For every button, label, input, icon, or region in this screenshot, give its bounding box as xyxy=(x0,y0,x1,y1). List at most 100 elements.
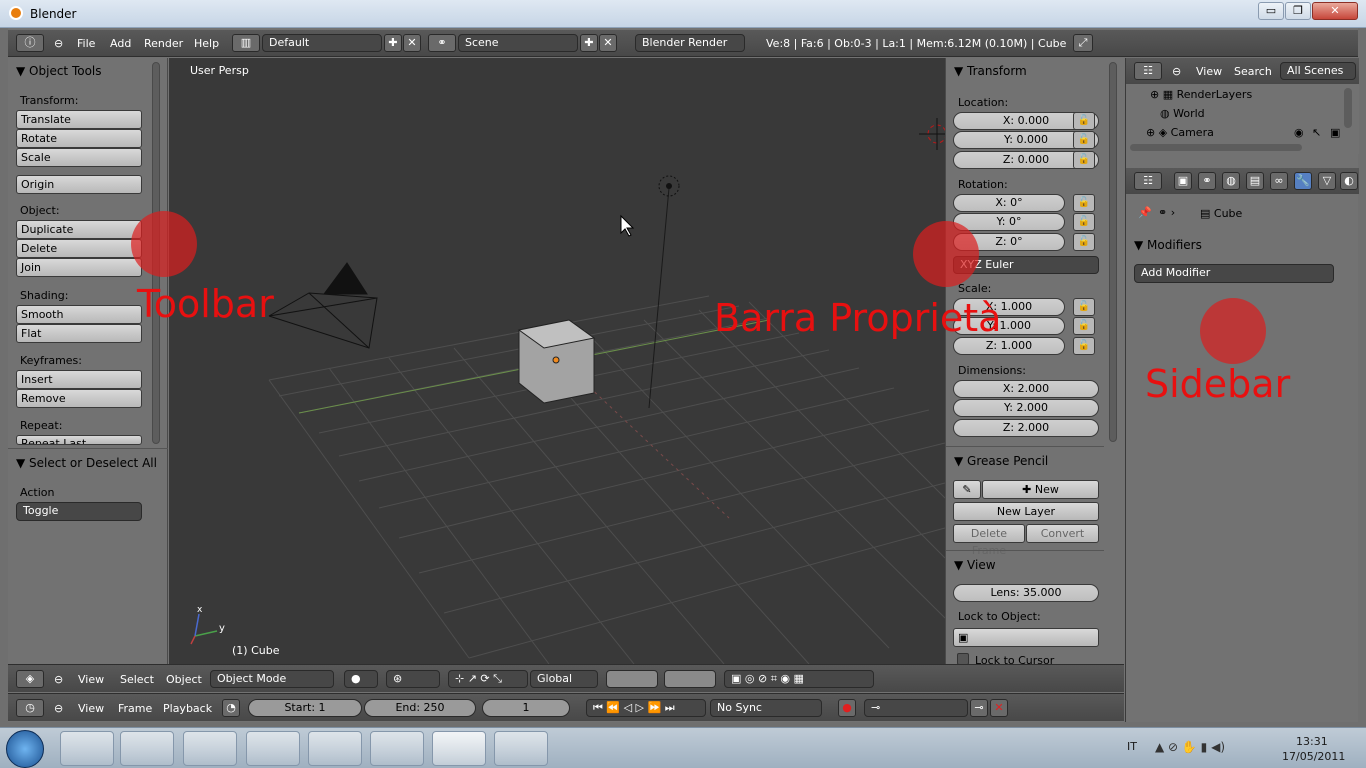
render-context-icon[interactable]: ▣ xyxy=(1174,172,1192,190)
new-layer-button[interactable]: New Layer xyxy=(953,502,1099,521)
record-icon[interactable]: ● xyxy=(838,699,856,717)
outliner-scrollbar[interactable] xyxy=(1344,88,1352,128)
scene-field[interactable]: Scene xyxy=(458,34,578,52)
modifiers-panel-header[interactable]: ▼ Modifiers xyxy=(1134,238,1202,252)
3d-menu-select[interactable]: Select xyxy=(120,673,154,686)
render-engine-select[interactable]: Blender Render xyxy=(635,34,745,52)
tray-icons[interactable]: ▲ ⊘ ✋ ▮ ◀) xyxy=(1155,740,1225,754)
pin-icon[interactable]: 📌 xyxy=(1138,206,1152,219)
clock-time[interactable]: 13:31 xyxy=(1296,735,1328,748)
delete-button[interactable]: Delete xyxy=(16,239,142,258)
collapse-icon[interactable]: ⊖ xyxy=(54,673,63,686)
world-context-icon[interactable]: ◍ xyxy=(1222,172,1240,190)
pivot-select[interactable]: ⊛ xyxy=(386,670,440,688)
lock-location-y-icon[interactable]: 🔓 xyxy=(1073,131,1095,149)
timeline-menu-view[interactable]: View xyxy=(78,702,104,715)
menu-render[interactable]: Render xyxy=(144,37,183,50)
editor-type-icon[interactable]: ⓘ xyxy=(16,34,44,52)
timeline-editor-type-icon[interactable]: ◷ xyxy=(16,699,44,717)
menu-add[interactable]: Add xyxy=(110,37,131,50)
add-screen-icon[interactable]: ✚ xyxy=(384,34,402,52)
close-button[interactable]: ✕ xyxy=(1312,2,1358,20)
outliner-scope-select[interactable]: All Scenes xyxy=(1280,62,1356,80)
layer-buttons-b[interactable] xyxy=(664,670,716,688)
blender-taskbar-icon[interactable] xyxy=(432,731,486,766)
outliner-type-icon[interactable]: ☷ xyxy=(1134,62,1162,80)
media-player-taskbar-icon[interactable] xyxy=(120,731,174,766)
mode-select[interactable]: Object Mode xyxy=(210,670,334,688)
lock-object-field[interactable]: ▣ xyxy=(953,628,1099,647)
pencil-draw-icon[interactable]: ✎ xyxy=(953,480,981,499)
lock-scale-x-icon[interactable]: 🔓 xyxy=(1073,298,1095,316)
preview-range-icon[interactable]: ◔ xyxy=(222,699,240,717)
lock-rotation-z-icon[interactable]: 🔓 xyxy=(1073,233,1095,251)
lock-scale-z-icon[interactable]: 🔓 xyxy=(1073,337,1095,355)
grease-pencil-header[interactable]: ▼ Grease Pencil xyxy=(954,454,1048,468)
collapse-icon[interactable]: ⊖ xyxy=(54,37,63,50)
delete-keyframe-icon[interactable]: ✕ xyxy=(990,699,1008,717)
shading-select[interactable]: ● xyxy=(344,670,378,688)
start-button[interactable] xyxy=(6,730,44,768)
add-scene-icon[interactable]: ✚ xyxy=(580,34,598,52)
end-frame-field[interactable]: End: 250 xyxy=(364,699,476,717)
3d-viewport[interactable]: User Persp y x (1) Cube xyxy=(169,58,945,664)
layer-buttons-a[interactable] xyxy=(606,670,658,688)
flat-button[interactable]: Flat xyxy=(16,324,142,343)
insert-keyframe-button[interactable]: Insert xyxy=(16,370,142,389)
3d-menu-object[interactable]: Object xyxy=(166,673,202,686)
outliner-view-menu[interactable]: View xyxy=(1196,65,1222,78)
scene-context-icon[interactable]: ⚭ xyxy=(1198,172,1216,190)
rotate-button[interactable]: Rotate xyxy=(16,129,142,148)
renderable-camera-icon[interactable]: ▣ xyxy=(1330,126,1340,139)
rotation-y-field[interactable]: Y: 0° xyxy=(953,213,1065,231)
menu-help[interactable]: Help xyxy=(194,37,219,50)
playback-controls[interactable]: ⏮ ⏪ ◁ ▷ ⏩ ⏭ xyxy=(586,699,706,717)
outliner-hscrollbar[interactable] xyxy=(1130,144,1302,151)
origin-button[interactable]: Origin xyxy=(16,175,142,194)
lock-scale-y-icon[interactable]: 🔓 xyxy=(1073,317,1095,335)
screen-layout-field[interactable]: Default xyxy=(262,34,382,52)
remove-screen-icon[interactable]: ✕ xyxy=(403,34,421,52)
repeat-last-button[interactable]: Repeat Last xyxy=(16,435,142,445)
data-context-icon[interactable]: ▽ xyxy=(1318,172,1336,190)
collapse-icon[interactable]: ⊖ xyxy=(1172,65,1181,78)
menu-file[interactable]: File xyxy=(77,37,95,50)
select-deselect-header[interactable]: ▼ Select or Deselect All xyxy=(16,456,157,470)
add-modifier-select[interactable]: Add Modifier xyxy=(1134,264,1334,283)
maximize-button[interactable]: ❐ xyxy=(1285,2,1311,20)
dimension-z-field[interactable]: Z: 2.000 xyxy=(953,419,1099,437)
manipulator-toggles[interactable]: ⊹ ↗ ⟳ ⤡ xyxy=(448,670,528,688)
lock-location-x-icon[interactable]: 🔓 xyxy=(1073,112,1095,130)
selectable-arrow-icon[interactable]: ↖ xyxy=(1312,126,1321,139)
orientation-select[interactable]: Global xyxy=(530,670,598,688)
language-indicator[interactable]: IT xyxy=(1127,740,1137,753)
timeline-menu-playback[interactable]: Playback xyxy=(163,702,212,715)
duplicate-button[interactable]: Duplicate xyxy=(16,220,142,239)
translate-button[interactable]: Translate xyxy=(16,110,142,129)
ie-taskbar-icon[interactable] xyxy=(370,731,424,766)
dimension-x-field[interactable]: X: 2.000 xyxy=(953,380,1099,398)
outliner-search-menu[interactable]: Search xyxy=(1234,65,1272,78)
explorer-taskbar-icon[interactable] xyxy=(60,731,114,766)
tasks-taskbar-icon[interactable] xyxy=(308,731,362,766)
lock-rotation-x-icon[interactable]: 🔓 xyxy=(1073,194,1095,212)
dimension-y-field[interactable]: Y: 2.000 xyxy=(953,399,1099,417)
remove-scene-icon[interactable]: ✕ xyxy=(599,34,617,52)
timeline-menu-frame[interactable]: Frame xyxy=(118,702,152,715)
outliner-item-world[interactable]: ◍ World xyxy=(1160,107,1205,120)
snap-toggles[interactable]: ▣ ◎ ⊘ ⌗ ◉ ▦ xyxy=(724,670,874,688)
3d-editor-type-icon[interactable]: ◈ xyxy=(16,670,44,688)
transform-panel-header[interactable]: ▼ Transform xyxy=(954,64,1027,78)
remove-keyframe-button[interactable]: Remove xyxy=(16,389,142,408)
visibility-eye-icon[interactable]: ◉ xyxy=(1294,126,1304,139)
object-context-icon[interactable]: ▤ xyxy=(1246,172,1264,190)
npanel-scrollbar[interactable] xyxy=(1109,62,1117,442)
3d-menu-view[interactable]: View xyxy=(78,673,104,686)
minimize-button[interactable]: ▭ xyxy=(1258,2,1284,20)
sync-select[interactable]: No Sync xyxy=(710,699,822,717)
lock-rotation-y-icon[interactable]: 🔓 xyxy=(1073,213,1095,231)
object-tools-header[interactable]: ▼ Object Tools xyxy=(16,64,102,78)
lock-location-z-icon[interactable]: 🔓 xyxy=(1073,151,1095,169)
action-select[interactable]: Toggle xyxy=(16,502,142,521)
scene-icon[interactable]: ⚭ xyxy=(428,34,456,52)
